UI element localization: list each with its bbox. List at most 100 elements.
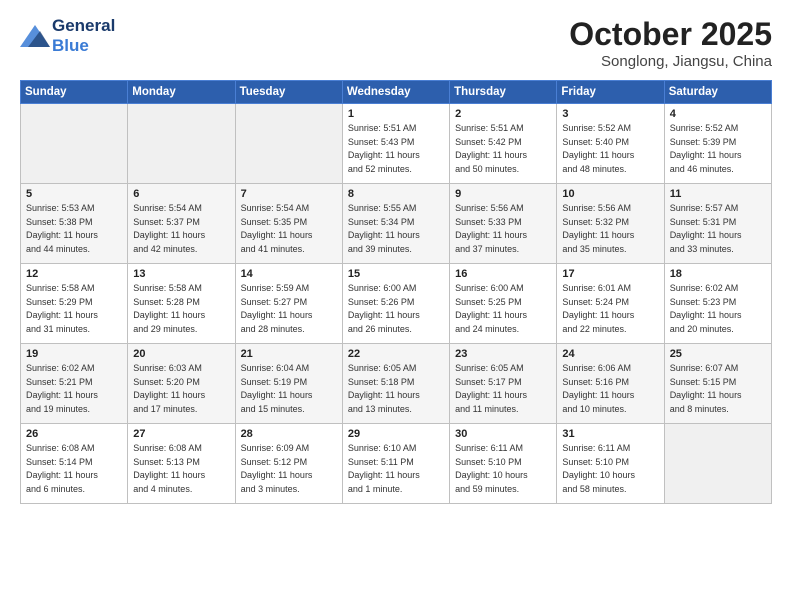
calendar-cell: 15 Sunrise: 6:00 AMSunset: 5:26 PMDayligh… — [342, 264, 449, 344]
day-number: 10 — [562, 188, 658, 200]
day-number: 8 — [348, 188, 444, 200]
day-number: 16 — [455, 268, 551, 280]
day-number: 12 — [26, 268, 122, 280]
calendar-week-row: 1Sunrise: 5:51 AMSunset: 5:43 PMDaylight… — [21, 104, 772, 184]
day-number: 4 — [670, 108, 766, 120]
day-number: 14 — [241, 268, 337, 280]
day-info: Sunrise: 5:58 AMSunset: 5:29 PMDaylight:… — [26, 282, 122, 336]
day-number: 22 — [348, 348, 444, 360]
weekday-header-row: SundayMondayTuesdayWednesdayThursdayFrid… — [21, 81, 772, 104]
header: General Blue October 2025 Songlong, Jian… — [20, 16, 772, 70]
calendar-cell: 24 Sunrise: 6:06 AMSunset: 5:16 PMDayligh… — [557, 344, 664, 424]
day-number: 21 — [241, 348, 337, 360]
day-number: 31 — [562, 428, 658, 440]
day-number: 29 — [348, 428, 444, 440]
day-info: Sunrise: 5:55 AMSunset: 5:34 PMDaylight:… — [348, 202, 444, 256]
calendar-cell: 20Sunrise: 6:03 AMSunset: 5:20 PMDayligh… — [128, 344, 235, 424]
day-number: 17 — [562, 268, 658, 280]
calendar-cell: 29Sunrise: 6:10 AMSunset: 5:11 PMDayligh… — [342, 424, 449, 504]
weekday-header-sunday: Sunday — [21, 81, 128, 104]
day-info: Sunrise: 5:52 AMSunset: 5:40 PMDaylight:… — [562, 122, 658, 176]
day-info: Sunrise: 5:52 AMSunset: 5:39 PMDaylight:… — [670, 122, 766, 176]
day-info: Sunrise: 5:57 AMSunset: 5:31 PMDaylight:… — [670, 202, 766, 256]
day-info: Sunrise: 6:01 AMSunset: 5:24 PMDaylight:… — [562, 282, 658, 336]
calendar-cell: 23Sunrise: 6:05 AMSunset: 5:17 PMDayligh… — [450, 344, 557, 424]
weekday-header-saturday: Saturday — [664, 81, 771, 104]
day-info: Sunrise: 6:04 AMSunset: 5:19 PMDaylight:… — [241, 362, 337, 416]
calendar-cell: 14 Sunrise: 5:59 AMSunset: 5:27 PMDayligh… — [235, 264, 342, 344]
calendar-cell: 22 Sunrise: 6:05 AMSunset: 5:18 PMDayligh… — [342, 344, 449, 424]
calendar-cell: 16 Sunrise: 6:00 AMSunset: 5:25 PMDayligh… — [450, 264, 557, 344]
day-info: Sunrise: 5:56 AMSunset: 5:33 PMDaylight:… — [455, 202, 551, 256]
calendar-cell — [235, 104, 342, 184]
calendar-week-row: 5 Sunrise: 5:53 AMSunset: 5:38 PMDaylight… — [21, 184, 772, 264]
calendar-week-row: 12 Sunrise: 5:58 AMSunset: 5:29 PMDayligh… — [21, 264, 772, 344]
location-subtitle: Songlong, Jiangsu, China — [569, 53, 772, 70]
calendar-cell: 26 Sunrise: 6:08 AMSunset: 5:14 PMDayligh… — [21, 424, 128, 504]
logo-text: General Blue — [52, 16, 115, 56]
day-info: Sunrise: 6:08 AMSunset: 5:14 PMDaylight:… — [26, 442, 122, 496]
calendar-cell — [128, 104, 235, 184]
day-info: Sunrise: 6:05 AMSunset: 5:17 PMDaylight:… — [455, 362, 551, 416]
day-number: 1 — [348, 108, 444, 120]
day-info: Sunrise: 6:02 AMSunset: 5:23 PMDaylight:… — [670, 282, 766, 336]
day-number: 18 — [670, 268, 766, 280]
day-info: Sunrise: 6:05 AMSunset: 5:18 PMDaylight:… — [348, 362, 444, 416]
title-block: October 2025 Songlong, Jiangsu, China — [569, 16, 772, 70]
day-number: 27 — [133, 428, 229, 440]
calendar-table: SundayMondayTuesdayWednesdayThursdayFrid… — [20, 80, 772, 504]
calendar-cell: 1Sunrise: 5:51 AMSunset: 5:43 PMDaylight… — [342, 104, 449, 184]
day-number: 9 — [455, 188, 551, 200]
calendar-cell — [21, 104, 128, 184]
calendar-cell: 2Sunrise: 5:51 AMSunset: 5:42 PMDaylight… — [450, 104, 557, 184]
calendar-cell: 8 Sunrise: 5:55 AMSunset: 5:34 PMDaylight… — [342, 184, 449, 264]
day-info: Sunrise: 6:11 AMSunset: 5:10 PMDaylight:… — [455, 442, 551, 496]
day-number: 24 — [562, 348, 658, 360]
day-number: 26 — [26, 428, 122, 440]
weekday-header-wednesday: Wednesday — [342, 81, 449, 104]
logo: General Blue — [20, 16, 115, 56]
day-info: Sunrise: 5:54 AMSunset: 5:35 PMDaylight:… — [241, 202, 337, 256]
day-number: 28 — [241, 428, 337, 440]
calendar-cell: 9 Sunrise: 5:56 AMSunset: 5:33 PMDaylight… — [450, 184, 557, 264]
day-info: Sunrise: 5:56 AMSunset: 5:32 PMDaylight:… — [562, 202, 658, 256]
calendar-cell: 19Sunrise: 6:02 AMSunset: 5:21 PMDayligh… — [21, 344, 128, 424]
day-info: Sunrise: 6:06 AMSunset: 5:16 PMDaylight:… — [562, 362, 658, 416]
calendar-cell: 18 Sunrise: 6:02 AMSunset: 5:23 PMDayligh… — [664, 264, 771, 344]
day-info: Sunrise: 6:07 AMSunset: 5:15 PMDaylight:… — [670, 362, 766, 416]
logo-icon — [20, 25, 50, 47]
calendar-cell: 21 Sunrise: 6:04 AMSunset: 5:19 PMDayligh… — [235, 344, 342, 424]
day-number: 19 — [26, 348, 122, 360]
calendar-cell: 5 Sunrise: 5:53 AMSunset: 5:38 PMDaylight… — [21, 184, 128, 264]
calendar-cell: 31Sunrise: 6:11 AMSunset: 5:10 PMDayligh… — [557, 424, 664, 504]
calendar-cell: 3 Sunrise: 5:52 AMSunset: 5:40 PMDaylight… — [557, 104, 664, 184]
day-number: 13 — [133, 268, 229, 280]
day-number: 11 — [670, 188, 766, 200]
calendar-cell: 25Sunrise: 6:07 AMSunset: 5:15 PMDayligh… — [664, 344, 771, 424]
calendar-cell: 10 Sunrise: 5:56 AMSunset: 5:32 PMDayligh… — [557, 184, 664, 264]
weekday-header-friday: Friday — [557, 81, 664, 104]
day-number: 6 — [133, 188, 229, 200]
calendar-cell: 7 Sunrise: 5:54 AMSunset: 5:35 PMDaylight… — [235, 184, 342, 264]
day-number: 30 — [455, 428, 551, 440]
calendar-cell: 28Sunrise: 6:09 AMSunset: 5:12 PMDayligh… — [235, 424, 342, 504]
weekday-header-thursday: Thursday — [450, 81, 557, 104]
day-info: Sunrise: 6:03 AMSunset: 5:20 PMDaylight:… — [133, 362, 229, 416]
weekday-header-tuesday: Tuesday — [235, 81, 342, 104]
calendar-cell — [664, 424, 771, 504]
calendar-week-row: 26 Sunrise: 6:08 AMSunset: 5:14 PMDayligh… — [21, 424, 772, 504]
month-title: October 2025 — [569, 16, 772, 53]
day-number: 5 — [26, 188, 122, 200]
day-info: Sunrise: 5:58 AMSunset: 5:28 PMDaylight:… — [133, 282, 229, 336]
calendar-cell: 12 Sunrise: 5:58 AMSunset: 5:29 PMDayligh… — [21, 264, 128, 344]
day-number: 7 — [241, 188, 337, 200]
day-info: Sunrise: 5:53 AMSunset: 5:38 PMDaylight:… — [26, 202, 122, 256]
day-number: 15 — [348, 268, 444, 280]
calendar-cell: 6Sunrise: 5:54 AMSunset: 5:37 PMDaylight… — [128, 184, 235, 264]
day-info: Sunrise: 6:00 AMSunset: 5:26 PMDaylight:… — [348, 282, 444, 336]
calendar-cell: 17 Sunrise: 6:01 AMSunset: 5:24 PMDayligh… — [557, 264, 664, 344]
day-info: Sunrise: 6:00 AMSunset: 5:25 PMDaylight:… — [455, 282, 551, 336]
day-info: Sunrise: 5:59 AMSunset: 5:27 PMDaylight:… — [241, 282, 337, 336]
day-number: 3 — [562, 108, 658, 120]
calendar-cell: 4 Sunrise: 5:52 AMSunset: 5:39 PMDaylight… — [664, 104, 771, 184]
